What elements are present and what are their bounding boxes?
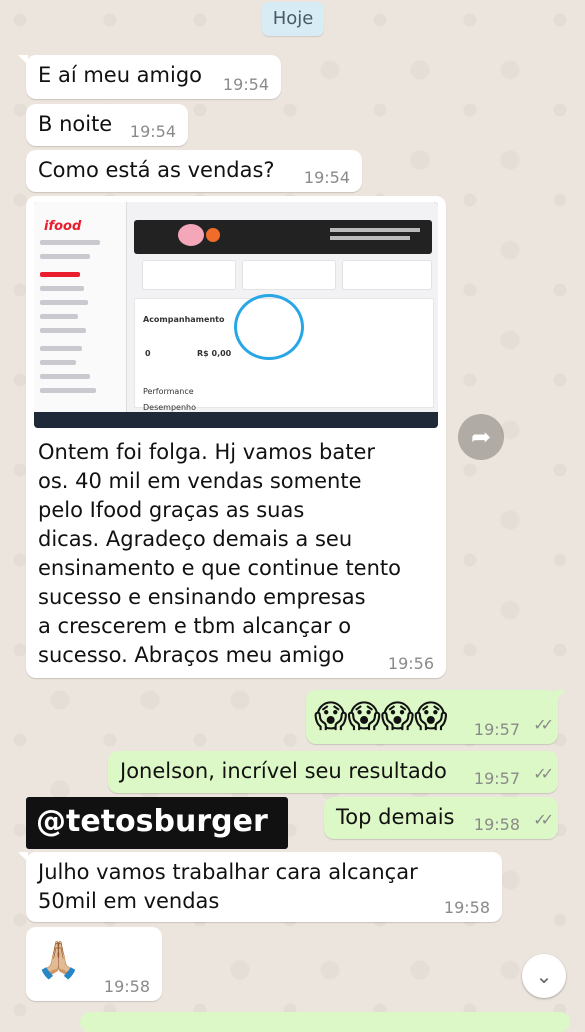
double-check-icon: ✓✓ bbox=[533, 764, 554, 783]
message-text: Jonelson, incrível seu resultado bbox=[120, 759, 447, 783]
message-time: 19:54 bbox=[222, 75, 269, 94]
photo-sidebar: ifood bbox=[34, 202, 127, 412]
message-time: 19:58 bbox=[473, 815, 520, 834]
photo-screen: ifood Acompanhamento 0 R$ 0,00 Performan… bbox=[34, 202, 438, 412]
panel-value: R$ 0,00 bbox=[197, 349, 232, 358]
double-check-icon: ✓✓ bbox=[533, 715, 554, 734]
caption-line: dicas. Agradeço demais a seu bbox=[38, 527, 353, 551]
incoming-message[interactable]: Como está as vendas? 19:54 bbox=[26, 150, 362, 192]
caption-line: pelo Ifood graças as suas bbox=[38, 498, 305, 522]
banner-text-line bbox=[330, 236, 410, 240]
panel-title: Acompanhamento bbox=[143, 315, 225, 324]
message-text: B noite bbox=[38, 112, 113, 136]
message-time: 19:57 bbox=[473, 769, 520, 788]
message-time: 19:56 bbox=[387, 654, 434, 673]
message-time: 19:54 bbox=[303, 168, 350, 187]
coin-icon bbox=[206, 228, 220, 242]
handle-text: @tetosburger bbox=[36, 804, 268, 839]
outgoing-message[interactable]: 😱😱😱😱 19:57 ✓✓ bbox=[306, 690, 566, 744]
message-emoji: 😱😱😱😱 bbox=[314, 697, 448, 735]
incoming-message[interactable]: Julho vamos trabalhar cara alcançar 50mi… bbox=[18, 852, 502, 922]
outgoing-message[interactable]: Jonelson, incrível seu resultado 19:57 ✓… bbox=[108, 751, 558, 793]
message-emoji: 🙏🏼 bbox=[36, 940, 81, 981]
caption-line: os. 40 mil em vendas somente bbox=[38, 469, 362, 493]
message-line: Julho vamos trabalhar cara alcançar bbox=[38, 860, 418, 884]
message-time: 19:57 bbox=[473, 720, 520, 739]
highlight-circle bbox=[234, 294, 304, 360]
message-time: 19:58 bbox=[103, 977, 150, 996]
message-line: 50mil em vendas bbox=[38, 889, 220, 913]
message-caption: Ontem foi folga. Hj vamos bater os. 40 m… bbox=[38, 438, 401, 670]
photo-taskbar bbox=[34, 412, 438, 428]
caption-line: ensinamento e que continue tento bbox=[38, 556, 401, 580]
message-time: 19:54 bbox=[129, 122, 176, 141]
partial-outgoing-message bbox=[80, 1012, 570, 1032]
message-text: Como está as vendas? bbox=[38, 158, 275, 182]
panel-value: 0 bbox=[145, 349, 151, 358]
caption-line: a crescerem e tbm alcançar o bbox=[38, 614, 352, 638]
handle-overlay: @tetosburger bbox=[26, 797, 288, 849]
incoming-message[interactable]: 🙏🏼 19:58 bbox=[26, 927, 162, 1001]
message-text: E aí meu amigo bbox=[38, 63, 203, 87]
promo-card bbox=[242, 260, 336, 290]
caption-line: sucesso e ensinando empresas bbox=[38, 585, 366, 609]
caption-line: sucesso. Abraços meu amigo bbox=[38, 643, 345, 667]
double-check-icon: ✓✓ bbox=[533, 810, 554, 829]
outgoing-message[interactable]: Top demais 19:58 ✓✓ bbox=[324, 797, 558, 839]
banner-text-line bbox=[330, 228, 420, 232]
date-chip: Hoje bbox=[262, 2, 324, 36]
piggy-bank-icon bbox=[178, 224, 204, 246]
promo-card bbox=[342, 260, 432, 290]
incoming-photo-message[interactable]: ifood Acompanhamento 0 R$ 0,00 Performan… bbox=[26, 196, 446, 678]
message-text: Top demais bbox=[336, 805, 455, 829]
message-photo[interactable]: ifood Acompanhamento 0 R$ 0,00 Performan… bbox=[34, 202, 438, 428]
ifood-logo: ifood bbox=[44, 219, 82, 234]
message-time: 19:58 bbox=[443, 898, 490, 917]
forward-icon[interactable]: ➦ bbox=[458, 414, 504, 460]
caption-line: Ontem foi folga. Hj vamos bater bbox=[38, 440, 376, 464]
chevron-down-icon[interactable]: ⌄ bbox=[522, 954, 566, 998]
incoming-message[interactable]: E aí meu amigo 19:54 bbox=[18, 55, 281, 99]
promo-card bbox=[142, 260, 236, 290]
incoming-message[interactable]: B noite 19:54 bbox=[26, 104, 188, 146]
message-text: Julho vamos trabalhar cara alcançar 50mi… bbox=[38, 858, 418, 916]
